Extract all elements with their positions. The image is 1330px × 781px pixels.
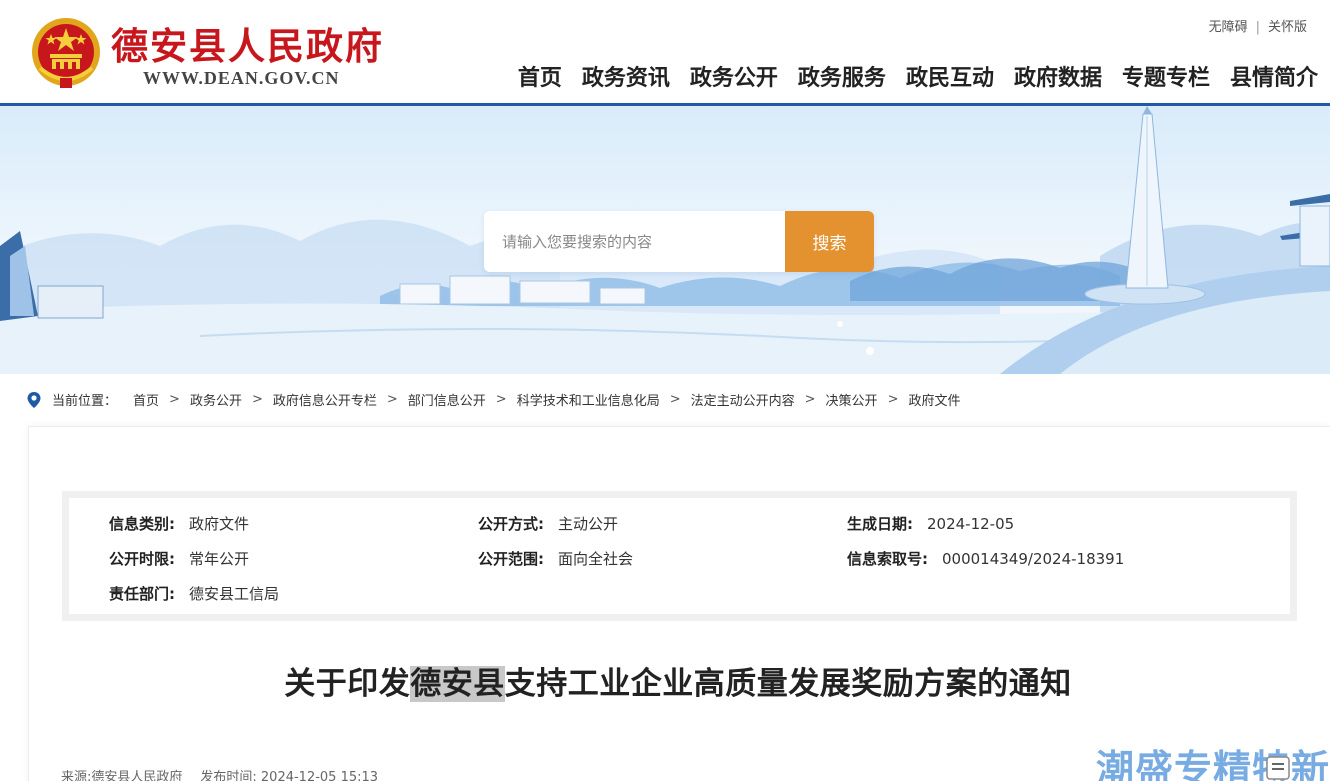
utility-links: 无障碍 | 关怀版 bbox=[1209, 16, 1307, 35]
crumb-dept-info[interactable]: 部门信息公开 bbox=[408, 390, 486, 409]
search-bar: 搜索 bbox=[484, 211, 874, 272]
crumb-separator: > bbox=[495, 392, 507, 407]
nav-interaction[interactable]: 政民互动 bbox=[896, 60, 1004, 92]
crumb-open-gov[interactable]: 政务公开 bbox=[190, 390, 242, 409]
site-domain: WWW.DEAN.GOV.CN bbox=[143, 68, 340, 88]
title-selected-text[interactable]: 德安县 bbox=[410, 666, 505, 702]
breadcrumb: 当前位置： 首页 > 政务公开 > 政府信息公开专栏 > 部门信息公开 > 科学… bbox=[26, 390, 960, 409]
nav-open-gov[interactable]: 政务公开 bbox=[680, 60, 788, 92]
site-title[interactable]: 德安县人民政府 bbox=[111, 16, 384, 70]
meta-value: 面向全社会 bbox=[558, 550, 634, 568]
elderly-mode-link[interactable]: 关怀版 bbox=[1268, 20, 1307, 35]
search-icon bbox=[485, 212, 506, 233]
meta-disclosure-method: 公开方式: 主动公开 bbox=[478, 513, 618, 534]
publish-time: 发布时间: 2024-12-05 15:13 bbox=[200, 770, 379, 781]
hero-banner: 搜索 bbox=[0, 106, 1330, 374]
meta-label: 信息索取号: bbox=[847, 550, 928, 568]
location-pin-icon bbox=[27, 391, 41, 408]
document-source-line: 来源:德安县人民政府 发布时间: 2024-12-05 15:13 bbox=[61, 766, 378, 781]
nav-home[interactable]: 首页 bbox=[508, 60, 572, 92]
meta-value: 常年公开 bbox=[189, 550, 250, 568]
document-metadata-panel: 信息类别: 政府文件 公开方式: 主动公开 生成日期: 2024-12-05 公开时限… bbox=[62, 491, 1297, 621]
util-divider: | bbox=[1255, 20, 1260, 35]
nav-data[interactable]: 政府数据 bbox=[1004, 60, 1112, 92]
meta-label: 公开范围: bbox=[478, 550, 544, 568]
meta-label: 信息类别: bbox=[109, 515, 175, 533]
meta-disclosure-scope: 公开范围: 面向全社会 bbox=[478, 548, 633, 569]
meta-value: 2024-12-05 bbox=[927, 515, 1015, 533]
document-source: 来源:德安县人民政府 bbox=[61, 770, 183, 781]
meta-label: 公开方式: bbox=[478, 515, 544, 533]
accessibility-link[interactable]: 无障碍 bbox=[1209, 20, 1248, 35]
crumb-bureau[interactable]: 科学技术和工业信息化局 bbox=[517, 390, 660, 409]
search-button-label: 搜索 bbox=[812, 234, 847, 254]
national-emblem-icon[interactable] bbox=[30, 16, 102, 90]
crumb-gov-docs[interactable]: 政府文件 bbox=[908, 390, 960, 409]
metadata-grid: 信息类别: 政府文件 公开方式: 主动公开 生成日期: 2024-12-05 公开时限… bbox=[69, 498, 1290, 614]
scroll-top-icon[interactable] bbox=[1264, 754, 1292, 781]
crumb-separator: > bbox=[804, 392, 816, 407]
meta-value: 政府文件 bbox=[189, 515, 250, 533]
meta-info-category: 信息类别: 政府文件 bbox=[109, 513, 249, 534]
crumb-separator: > bbox=[669, 392, 681, 407]
crumb-separator: > bbox=[251, 392, 263, 407]
meta-generated-date: 生成日期: 2024-12-05 bbox=[847, 513, 1014, 534]
nav-topics[interactable]: 专题专栏 bbox=[1112, 60, 1220, 92]
meta-label: 公开时限: bbox=[109, 550, 175, 568]
meta-value: 000014349/2024-18391 bbox=[942, 550, 1125, 568]
meta-label: 生成日期: bbox=[847, 515, 913, 533]
nav-news[interactable]: 政务资讯 bbox=[572, 60, 680, 92]
search-input[interactable] bbox=[484, 211, 785, 272]
main-nav: 首页 政务资讯 政务公开 政务服务 政民互动 政府数据 专题专栏 县情简介 bbox=[508, 60, 1328, 92]
title-part: 支持工业企业高质量发展奖励方案的通知 bbox=[504, 666, 1072, 702]
crumb-info-column[interactable]: 政府信息公开专栏 bbox=[273, 390, 377, 409]
search-button[interactable]: 搜索 bbox=[485, 211, 874, 272]
crumb-separator: > bbox=[887, 392, 899, 407]
title-part: 关于印发 bbox=[284, 666, 411, 702]
meta-label: 责任部门: bbox=[109, 585, 175, 603]
nav-services[interactable]: 政务服务 bbox=[788, 60, 896, 92]
crumb-statutory[interactable]: 法定主动公开内容 bbox=[691, 390, 795, 409]
crumb-separator: > bbox=[169, 392, 180, 407]
crumb-separator: > bbox=[386, 392, 398, 407]
watermark-text: 潮盛专精特新 bbox=[1095, 747, 1330, 781]
meta-value: 主动公开 bbox=[558, 515, 619, 533]
breadcrumb-prefix: 当前位置： bbox=[52, 394, 118, 409]
nav-county-profile[interactable]: 县情简介 bbox=[1220, 60, 1328, 92]
crumb-decision[interactable]: 决策公开 bbox=[826, 390, 878, 409]
meta-responsible-dept: 责任部门: 德安县工信局 bbox=[109, 583, 279, 604]
site-header: 德安县人民政府 WWW.DEAN.GOV.CN 无障碍 | 关怀版 首页 政务资讯 … bbox=[0, 0, 1330, 103]
meta-disclosure-period: 公开时限: 常年公开 bbox=[109, 548, 249, 569]
crumb-home[interactable]: 首页 bbox=[133, 390, 159, 409]
meta-index-number: 信息索取号: 000014349/2024-18391 bbox=[847, 548, 1124, 569]
meta-value: 德安县工信局 bbox=[189, 585, 280, 603]
document-title: 关于印发德安县支持工业企业高质量发展奖励方案的通知 bbox=[0, 658, 1330, 703]
